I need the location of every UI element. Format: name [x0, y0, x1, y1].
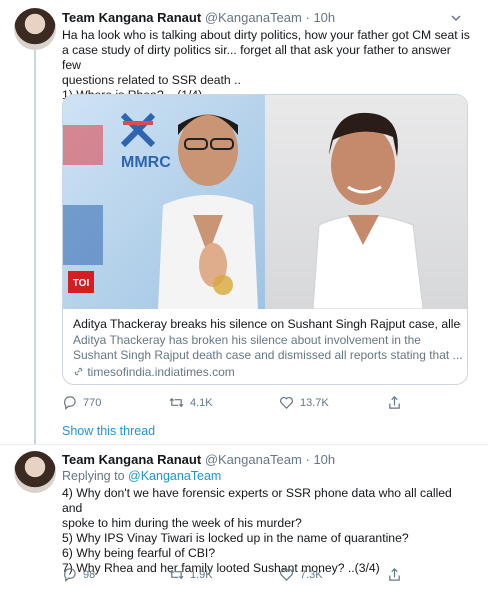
- tweet-text-line: 4) Why don't we have forensic experts or…: [62, 486, 452, 515]
- avatar[interactable]: [14, 451, 56, 493]
- like-count: 7.3K: [300, 568, 323, 581]
- display-name[interactable]: Team Kangana Ranaut: [62, 10, 201, 25]
- reply-count: 770: [83, 396, 102, 409]
- retweet-icon: [169, 397, 184, 408]
- reply-icon: [64, 396, 76, 410]
- timestamp[interactable]: 10h: [313, 452, 335, 467]
- card-domain[interactable]: timesofindia.indiatimes.com: [87, 365, 234, 379]
- tweet-text-line: Ha ha look who is talking about dirty po…: [62, 28, 470, 42]
- card-image[interactable]: MMRC TOI: [63, 95, 467, 309]
- tweet-text-line: a case study of dirty politics sir... fo…: [62, 43, 451, 72]
- share-icon: [389, 568, 400, 581]
- retweet-button[interactable]: 1.9K: [169, 567, 213, 582]
- like-button[interactable]: 13.7K: [279, 395, 329, 410]
- tweet-text-line: 5) Why IPS Vinay Tiwari is locked up in …: [62, 531, 409, 545]
- tweet-header: Team Kangana Ranaut @KanganaTeam · 10h: [62, 452, 335, 468]
- handle[interactable]: @KanganaTeam: [205, 452, 302, 467]
- tweet-text: 4) Why don't we have forensic experts or…: [62, 486, 472, 576]
- retweet-count: 1.9K: [190, 568, 213, 581]
- card-description-line: Aditya Thackeray has broken his silence …: [73, 333, 421, 347]
- tweet-text-line: questions related to SSR death ..: [62, 73, 241, 87]
- like-count: 13.7K: [300, 396, 329, 409]
- toi-badge: TOI: [73, 278, 90, 289]
- divider: [0, 444, 488, 445]
- share-button[interactable]: [387, 395, 402, 410]
- tweet-text: Ha ha look who is talking about dirty po…: [62, 28, 472, 103]
- heart-icon: [280, 568, 293, 581]
- retweet-count: 4.1K: [190, 396, 213, 409]
- link-card[interactable]: MMRC TOI Aditya Thackeray breaks his sil…: [62, 94, 468, 385]
- share-button[interactable]: [387, 567, 402, 582]
- avatar[interactable]: [14, 8, 56, 50]
- share-icon: [389, 396, 400, 409]
- replying-to-handle[interactable]: @KanganaTeam: [128, 469, 221, 483]
- timestamp[interactable]: 10h: [313, 10, 335, 25]
- replying-to: Replying to @KanganaTeam: [62, 469, 221, 483]
- tweet-actions: 770 4.1K 13.7K: [62, 395, 482, 413]
- banner-text: MMRC: [121, 154, 171, 171]
- retweet-icon: [169, 569, 184, 580]
- link-icon: [74, 367, 83, 376]
- chevron-down-icon[interactable]: [450, 12, 462, 24]
- separator: ·: [305, 452, 310, 467]
- separator: ·: [305, 10, 310, 25]
- reply-icon: [64, 568, 76, 582]
- card-description: Aditya Thackeray has broken his silence …: [73, 333, 463, 363]
- card-description-line: Sushant Singh Rajput death case and dism…: [73, 348, 463, 362]
- card-link[interactable]: timesofindia.indiatimes.com: [73, 365, 235, 379]
- tweet-header: Team Kangana Ranaut @KanganaTeam · 10h: [62, 10, 335, 26]
- like-button[interactable]: 7.3K: [279, 567, 323, 582]
- tweet-text-line: spoke to him during the week of his murd…: [62, 516, 302, 530]
- thread-connector-line: [34, 48, 36, 444]
- card-title[interactable]: Aditya Thackeray breaks his silence on S…: [73, 317, 461, 331]
- replying-to-label: Replying to: [62, 469, 125, 483]
- retweet-button[interactable]: 4.1K: [169, 395, 213, 410]
- tweet-text-line: 6) Why being fearful of CBI?: [62, 546, 216, 560]
- heart-icon: [280, 396, 293, 409]
- show-thread-link[interactable]: Show this thread: [62, 424, 155, 438]
- reply-button[interactable]: 98: [62, 567, 95, 582]
- reply-button[interactable]: 770: [62, 395, 101, 410]
- tweet-actions: 98 1.9K 7.3K: [62, 567, 482, 585]
- display-name[interactable]: Team Kangana Ranaut: [62, 452, 201, 467]
- handle[interactable]: @KanganaTeam: [205, 10, 302, 25]
- reply-count: 98: [83, 568, 96, 581]
